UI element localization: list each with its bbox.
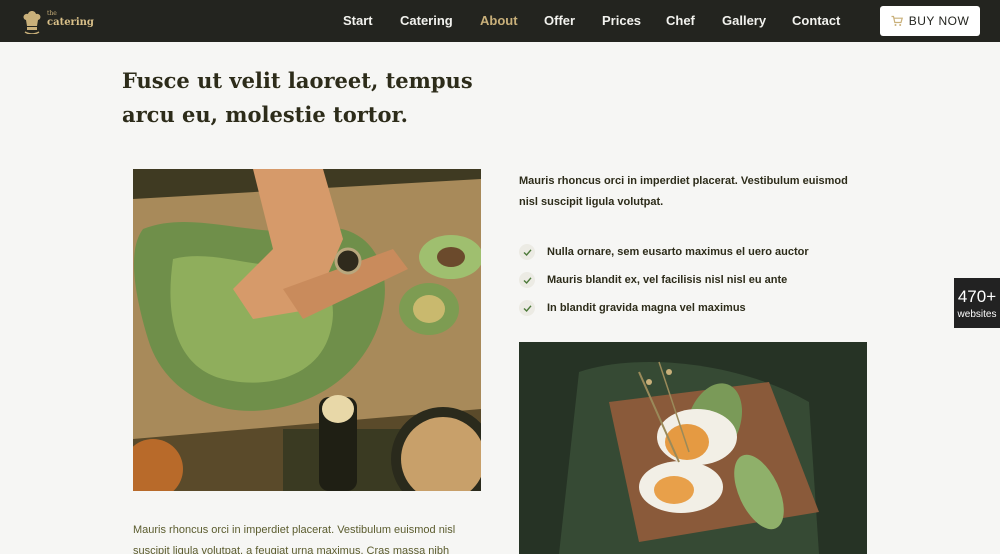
feature-item: Nulla ornare, sem eusarto maximus el uer… [519,238,879,266]
main-menu: Start Catering About Offer Prices Chef G… [0,0,860,42]
buy-now-label: BUY NOW [908,14,970,28]
check-icon [519,272,535,288]
nav-item-gallery[interactable]: Gallery [722,13,766,28]
nav-item-chef[interactable]: Chef [666,13,695,28]
check-icon [519,300,535,316]
top-navigation-bar: the catering Start Catering About Offer … [0,0,1000,42]
nav-item-start[interactable]: Start [343,13,373,28]
nav-item-contact[interactable]: Contact [792,13,840,28]
feature-text: Nulla ornare, sem eusarto maximus el uer… [547,246,809,258]
websites-badge[interactable]: 470+ websites [954,278,1000,328]
badge-count: 470+ [957,287,997,306]
intro-paragraph: Mauris rhoncus orci in imperdiet placera… [519,175,848,208]
feature-item: Mauris blandit ex, vel facilisis nisl ni… [519,266,879,294]
feature-item: In blandit gravida magna vel maximus [519,294,879,322]
nav-item-about[interactable]: About [480,13,518,28]
feature-list: Nulla ornare, sem eusarto maximus el uer… [519,238,879,322]
check-icon [519,244,535,260]
page-headline: Fusce ut velit laoreet, tempus arcu eu, … [122,68,473,127]
food-preparation-illustration [133,169,481,491]
nav-item-prices[interactable]: Prices [602,13,641,28]
egg-toast-illustration [519,342,867,554]
badge-label: websites [957,309,997,320]
body-paragraph: Mauris rhoncus orci in imperdiet placera… [133,524,456,554]
egg-avocado-toast-photo [519,342,867,554]
nav-item-catering[interactable]: Catering [400,13,453,28]
food-preparation-photo [133,169,481,491]
feature-text: Mauris blandit ex, vel facilisis nisl ni… [547,274,788,286]
feature-text: In blandit gravida magna vel maximus [547,302,746,314]
nav-item-offer[interactable]: Offer [544,13,575,28]
cart-icon [891,15,903,26]
buy-now-button[interactable]: BUY NOW [880,6,980,36]
